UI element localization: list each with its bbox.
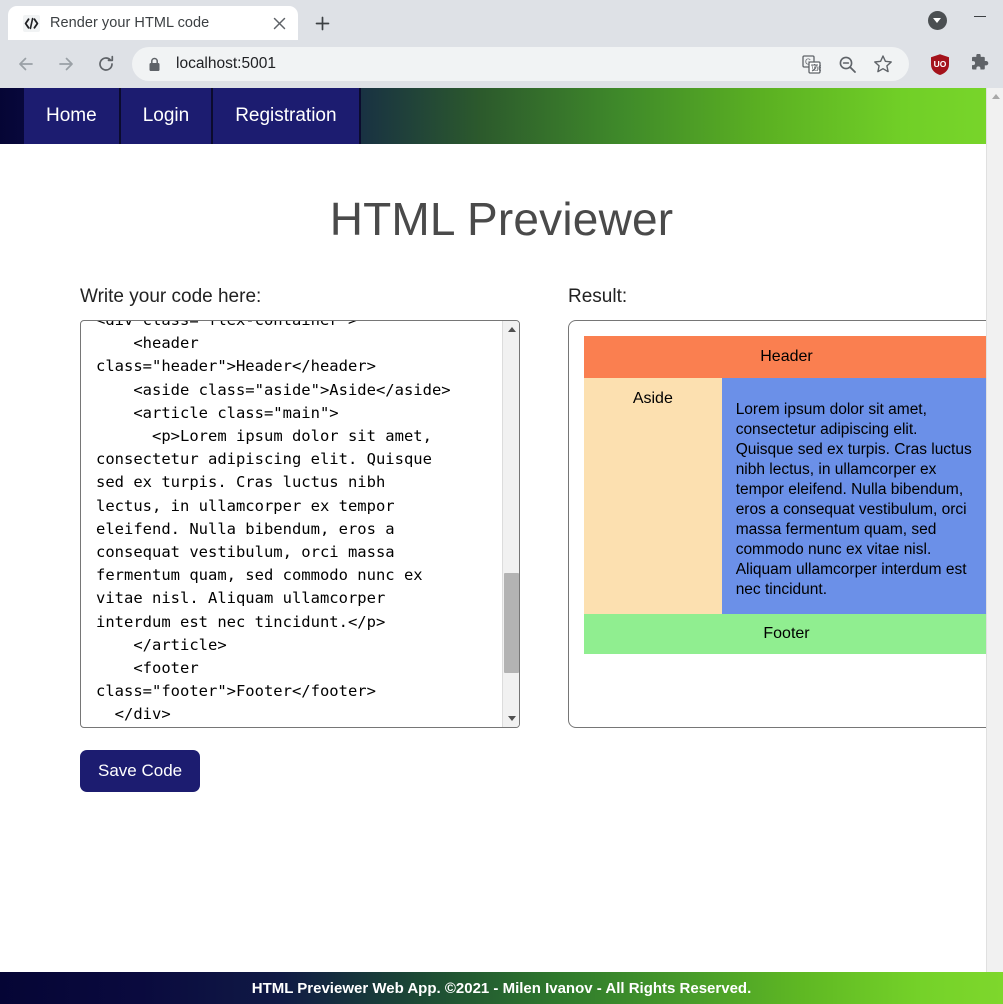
omnibox-actions: G \u6587	[793, 49, 901, 79]
preview-main-paragraph: Lorem ipsum dolor sit amet, consectetur …	[736, 400, 975, 600]
puzzle-piece-icon[interactable]	[962, 48, 994, 80]
window-controls-area	[917, 0, 1003, 40]
site-footer-text: HTML Previewer Web App. ©2021 - Milen Iv…	[252, 980, 752, 997]
scrollbar-thumb[interactable]	[504, 573, 519, 673]
nav-item-label: Home	[46, 105, 97, 127]
nav-item-registration[interactable]: Registration	[213, 88, 360, 144]
nav-item-label: Registration	[235, 105, 336, 127]
minimize-button[interactable]	[957, 0, 1003, 28]
site-footer: HTML Previewer Web App. ©2021 - Milen Iv…	[0, 972, 1003, 1004]
result-preview-panel: Header Aside Lorem ipsum dolor sit amet,…	[568, 320, 1003, 728]
triangle-down	[508, 716, 516, 721]
scroll-up-icon[interactable]	[503, 321, 520, 338]
tab-title: Render your HTML code	[50, 15, 264, 31]
forward-arrow-icon[interactable]	[48, 46, 84, 82]
code-brackets-icon	[22, 14, 40, 32]
preview-header-label: Header	[760, 348, 812, 366]
preview-footer-label: Footer	[763, 625, 809, 643]
page-scrollbar[interactable]	[986, 88, 1003, 1004]
triangle-up	[508, 327, 516, 332]
page-content: Home Login Registration HTML Previewer W…	[0, 88, 1003, 1004]
download-icon[interactable]	[917, 0, 957, 40]
editor-column: Write your code here: <div class="flex-c…	[0, 286, 520, 792]
browser-tab[interactable]: Render your HTML code	[8, 6, 298, 40]
preview-header: Header	[584, 336, 989, 378]
address-bar-url: localhost:5001	[176, 55, 793, 73]
star-icon[interactable]	[868, 49, 898, 79]
navbar-left-spacer	[0, 88, 24, 144]
result-column: Result: Header Aside Lorem ipsum dolor s…	[520, 286, 1003, 792]
editor-label: Write your code here:	[80, 286, 520, 308]
scroll-down-icon[interactable]	[503, 710, 520, 727]
extension-icons: UO	[917, 48, 997, 80]
nav-item-login[interactable]: Login	[121, 88, 214, 144]
close-icon[interactable]	[268, 12, 290, 34]
editor-result-columns: Write your code here: <div class="flex-c…	[0, 286, 1003, 792]
window-buttons	[957, 0, 1003, 40]
browser-chrome: Render your HTML code	[0, 0, 1003, 88]
nav-item-label: Login	[143, 105, 190, 127]
svg-text:UO: UO	[934, 59, 947, 69]
reload-icon[interactable]	[88, 46, 124, 82]
save-code-button[interactable]: Save Code	[80, 750, 200, 792]
address-bar[interactable]: localhost:5001 G \u6587	[132, 47, 909, 81]
preview-aside: Aside	[584, 378, 722, 614]
preview-aside-label: Aside	[633, 390, 673, 407]
download-circle	[928, 11, 947, 30]
tab-strip: Render your HTML code	[0, 0, 1003, 40]
code-textarea-scrollbar[interactable]	[502, 321, 519, 727]
page-title: HTML Previewer	[0, 144, 1003, 246]
lock-icon	[148, 57, 164, 72]
preview-footer: Footer	[584, 614, 989, 654]
nav-item-home[interactable]: Home	[24, 88, 121, 144]
download-arrow	[933, 18, 941, 23]
zoom-out-icon[interactable]	[832, 49, 862, 79]
result-label: Result:	[568, 286, 1003, 308]
preview-main: Lorem ipsum dolor sit amet, consectetur …	[722, 378, 989, 614]
browser-toolbar: localhost:5001 G \u6587	[0, 40, 1003, 88]
site-navbar: Home Login Registration	[0, 88, 1003, 144]
shield-extension-icon[interactable]: UO	[924, 48, 956, 80]
code-textarea[interactable]: <div class="flex-container"> <header cla…	[80, 320, 520, 728]
result-preview-inner: Header Aside Lorem ipsum dolor sit amet,…	[569, 321, 1003, 727]
preview-flex-container: Header Aside Lorem ipsum dolor sit amet,…	[584, 336, 989, 654]
triangle-up	[992, 94, 1000, 99]
new-tab-button[interactable]	[306, 7, 338, 39]
back-arrow-icon[interactable]	[8, 46, 44, 82]
page-scroll-up-icon[interactable]	[987, 88, 1003, 105]
minimize-icon	[974, 16, 986, 18]
code-textarea-content[interactable]: <div class="flex-container"> <header cla…	[81, 320, 502, 727]
translate-icon[interactable]: G \u6587	[796, 49, 826, 79]
